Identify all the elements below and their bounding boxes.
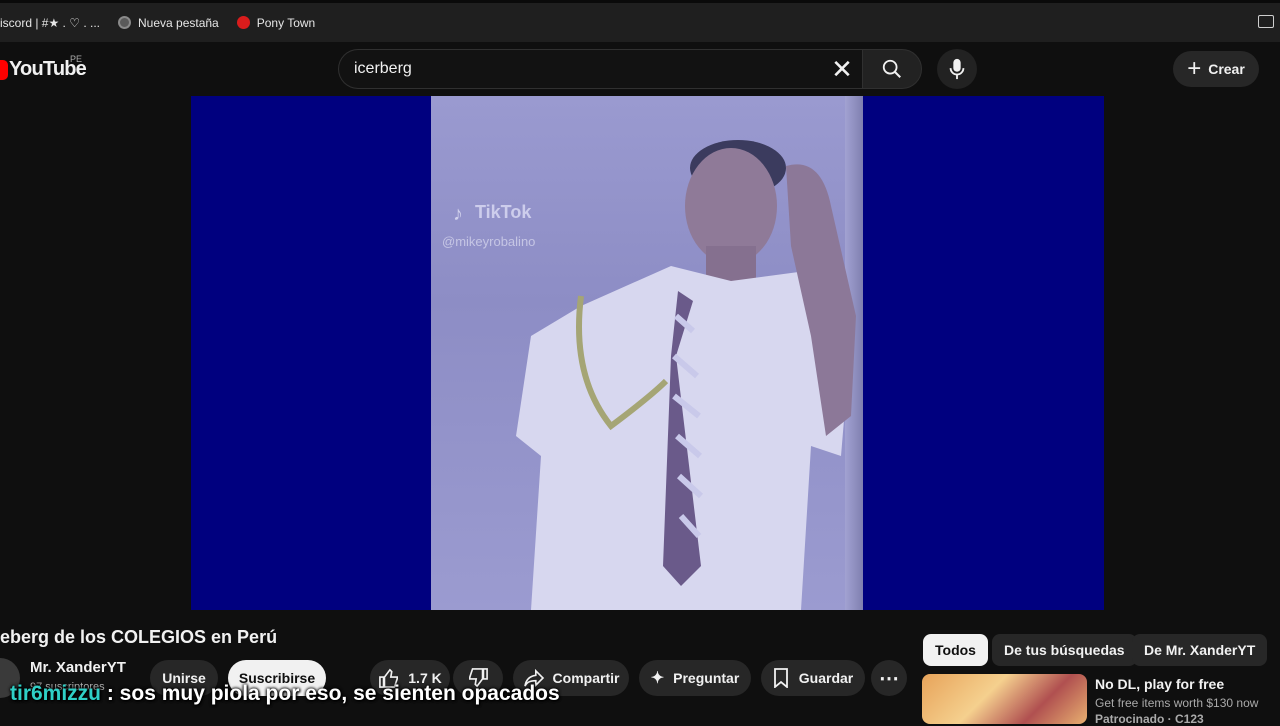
search-box[interactable]: icerberg ✕: [338, 49, 862, 89]
person-figure: ♪: [453, 140, 856, 610]
bookmark-discord[interactable]: iscord | #★ . ♡ . ...: [0, 16, 100, 30]
create-button[interactable]: + Crear: [1173, 51, 1259, 87]
search-button[interactable]: [862, 49, 922, 89]
chip-label: De Mr. XanderYT: [1144, 642, 1256, 658]
region-code: PE: [70, 54, 83, 64]
more-actions-button[interactable]: ⋯: [871, 660, 907, 696]
chip-label: Todos: [935, 642, 976, 658]
youtube-logo[interactable]: YouTube PE: [0, 54, 87, 81]
ad-sponsor: Patrocinado · C123: [1095, 712, 1204, 726]
sparkle-icon: ✦: [650, 670, 665, 687]
bookmark-pony-town[interactable]: Pony Town: [236, 15, 316, 30]
apple-icon: [236, 16, 250, 29]
tiktok-watermark: TikTok: [475, 202, 532, 222]
channel-name[interactable]: Mr. XanderYT: [30, 659, 126, 676]
overlay-chat-caption: tir6mizzu : sos muy piola por eso, se si…: [10, 682, 560, 706]
bookmarks-bar: iscord | #★ . ♡ . ... Nueva pestaña Pony…: [0, 0, 1280, 42]
globe-icon: [118, 16, 131, 29]
save-button[interactable]: Guardar: [761, 660, 865, 696]
youtube-play-icon: [0, 59, 8, 80]
ad-thumbnail[interactable]: [922, 674, 1087, 724]
bookmark-icon: [773, 668, 788, 688]
microphone-icon: [949, 58, 965, 80]
bookmark-label: iscord | #★ . ♡ . ...: [0, 15, 100, 30]
video-frame: ♪ TikTok @mikeyrobalino: [431, 96, 863, 610]
chip-label: De tus búsquedas: [1004, 642, 1125, 658]
tiktok-handle: @mikeyrobalino: [442, 234, 536, 249]
ask-label: Preguntar: [673, 670, 740, 686]
save-label: Guardar: [798, 670, 854, 686]
chip-all[interactable]: Todos: [923, 634, 988, 666]
chip-from-channel[interactable]: De Mr. XanderYT: [1132, 634, 1268, 666]
bookmark-new-tab[interactable]: Nueva pestaña: [118, 16, 219, 30]
ask-button[interactable]: ✦ Preguntar: [639, 660, 751, 696]
caption-text: : sos muy piola por eso, se sienten opac…: [106, 682, 560, 705]
video-title: eberg de los COLEGIOS en Perú: [0, 627, 278, 647]
bookmark-label: Nueva pestaña: [138, 15, 219, 30]
masthead: YouTube PE icerberg ✕ + Crear: [0, 42, 1280, 96]
more-icon: ⋯: [879, 667, 899, 690]
search-input[interactable]: icerberg: [354, 60, 822, 78]
voice-search-button[interactable]: [937, 49, 977, 89]
tiktok-logo-icon: ♪: [453, 203, 463, 225]
ad-subtitle: Get free items worth $130 now: [1095, 696, 1259, 710]
folder-icon[interactable]: [1258, 15, 1274, 28]
create-label: Crear: [1208, 61, 1245, 77]
share-label: Compartir: [552, 670, 620, 686]
video-player[interactable]: ♪ TikTok @mikeyrobalino: [191, 96, 1104, 610]
bookmark-label: Pony Town: [256, 15, 316, 30]
ad-title[interactable]: No DL, play for free: [1095, 676, 1224, 692]
clear-search-icon[interactable]: ✕: [822, 49, 862, 89]
chip-from-searches[interactable]: De tus búsquedas: [992, 634, 1137, 666]
plus-icon: +: [1187, 55, 1202, 82]
caption-username: tir6mizzu: [10, 682, 102, 705]
search-icon: [882, 59, 901, 78]
